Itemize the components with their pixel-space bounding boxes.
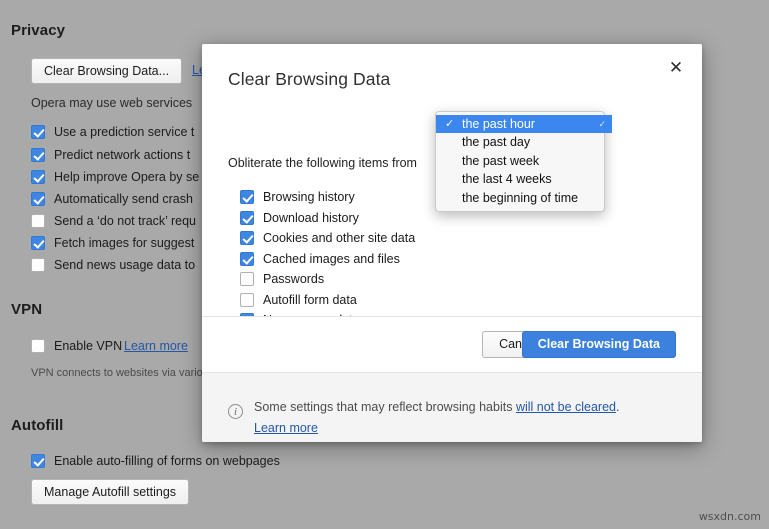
info-text-after: . [616, 400, 619, 414]
section-heading-autofill: Autofill [11, 417, 63, 434]
checkbox-cookies-site-data[interactable] [240, 231, 254, 245]
dropdown-option-past-week[interactable]: the past week [436, 152, 604, 170]
section-heading-privacy: Privacy [11, 22, 65, 39]
privacy-checkbox-label: Fetch images for suggest [54, 236, 194, 250]
vpn-learn-more-link[interactable]: Learn more [124, 339, 188, 353]
checkbox-prediction-service[interactable] [31, 125, 45, 139]
item-label: Passwords [263, 272, 324, 286]
privacy-checkbox-label: Automatically send crash [54, 192, 193, 206]
checkbox-download-history[interactable] [240, 211, 254, 225]
privacy-checkbox-label: Help improve Opera by se [54, 170, 199, 184]
privacy-checkbox-label: Send news usage data to [54, 258, 195, 272]
list-item[interactable]: Cached images and files [240, 249, 415, 270]
checkbox-passwords[interactable] [240, 272, 254, 286]
privacy-checkbox-label: Use a prediction service t [54, 125, 194, 139]
dialog-title: Clear Browsing Data [228, 69, 390, 90]
list-item[interactable]: Browsing history [240, 187, 415, 208]
dropdown-option-label: the last 4 weeks [462, 172, 552, 186]
dropdown-option-past-day[interactable]: the past day [436, 133, 604, 151]
checkbox-autofill-form-data[interactable] [240, 293, 254, 307]
info-text-before: Some settings that may reflect browsing … [254, 400, 516, 414]
list-item[interactable]: Passwords [240, 269, 415, 290]
vpn-enable-row[interactable]: Enable VPN [31, 339, 122, 353]
item-label: Download history [263, 211, 359, 225]
privacy-checkbox-row[interactable]: Use a prediction service t [31, 125, 194, 139]
checkbox-help-improve-opera[interactable] [31, 170, 45, 184]
will-not-be-cleared-link[interactable]: will not be cleared [516, 400, 616, 414]
privacy-checkbox-row[interactable]: Fetch images for suggest [31, 236, 194, 250]
privacy-checkbox-row[interactable]: Send news usage data to [31, 258, 195, 272]
dropdown-option-label: the beginning of time [462, 191, 578, 205]
list-item[interactable]: Autofill form data [240, 290, 415, 311]
vpn-description: VPN connects to websites via variou [31, 367, 209, 379]
check-icon: ✓ [445, 115, 454, 133]
info-text: Some settings that may reflect browsing … [254, 397, 619, 439]
privacy-checkbox-label: Predict network actions t [54, 148, 190, 162]
item-label: Autofill form data [263, 293, 357, 307]
dropdown-option-label: the past week [462, 154, 539, 168]
obliterate-label: Obliterate the following items from [228, 156, 417, 170]
autofill-enable-label: Enable auto-filling of forms on webpages [54, 454, 280, 468]
dropdown-option-label: the past hour [462, 117, 535, 131]
checkbox-enable-autofill[interactable] [31, 454, 45, 468]
list-item[interactable]: Download history [240, 208, 415, 229]
clear-browsing-data-button[interactable]: Clear Browsing Data... [31, 58, 182, 84]
info-learn-more-link[interactable]: Learn more [254, 421, 318, 435]
checkbox-do-not-track[interactable] [31, 214, 45, 228]
privacy-description: Opera may use web services [31, 96, 192, 110]
dropdown-option-last-4-weeks[interactable]: the last 4 weeks [436, 170, 604, 188]
watermark: wsxdn.com [699, 510, 761, 523]
dropdown-option-beginning-of-time[interactable]: the beginning of time [436, 189, 604, 207]
manage-autofill-settings-button[interactable]: Manage Autofill settings [31, 479, 189, 505]
checkbox-fetch-images-suggestions[interactable] [31, 236, 45, 250]
checkbox-browsing-history[interactable] [240, 190, 254, 204]
privacy-checkbox-label: Send a ‘do not track’ requ [54, 214, 196, 228]
item-label: Browsing history [263, 190, 355, 204]
privacy-checkbox-row[interactable]: Automatically send crash [31, 192, 193, 206]
clear-browsing-data-dialog: Clear Browsing Data ✕ Obliterate the fol… [202, 44, 702, 442]
dropdown-option-past-hour[interactable]: ✓ the past hour ✓ [436, 115, 612, 133]
dropdown-option-label: the past day [462, 135, 530, 149]
info-icon: i [228, 404, 243, 419]
item-label: Cookies and other site data [263, 231, 415, 245]
autofill-enable-row[interactable]: Enable auto-filling of forms on webpages [31, 454, 280, 468]
checkbox-enable-vpn[interactable] [31, 339, 45, 353]
dialog-button-bar: Cancel Clear Browsing Data [202, 317, 702, 372]
privacy-checkbox-row[interactable]: Send a ‘do not track’ requ [31, 214, 196, 228]
time-range-dropdown[interactable]: ✓ the past hour ✓ the past day the past … [435, 111, 605, 212]
vpn-enable-label: Enable VPN [54, 339, 122, 353]
privacy-checkbox-row[interactable]: Help improve Opera by se [31, 170, 199, 184]
checkbox-send-crash-reports[interactable] [31, 192, 45, 206]
list-item[interactable]: Cookies and other site data [240, 228, 415, 249]
section-heading-vpn: VPN [11, 301, 42, 318]
item-label: Cached images and files [263, 252, 400, 266]
checkbox-predict-network-actions[interactable] [31, 148, 45, 162]
confirm-clear-button[interactable]: Clear Browsing Data [522, 331, 676, 358]
privacy-checkbox-row[interactable]: Predict network actions t [31, 148, 190, 162]
checkbox-cached-images-files[interactable] [240, 252, 254, 266]
check-icon-secondary: ✓ [598, 115, 606, 133]
clear-items-list: Browsing history Download history Cookie… [240, 187, 415, 331]
close-icon[interactable]: ✕ [662, 53, 690, 81]
dialog-info-bar: i Some settings that may reflect browsin… [202, 373, 702, 442]
checkbox-send-news-usage-data[interactable] [31, 258, 45, 272]
